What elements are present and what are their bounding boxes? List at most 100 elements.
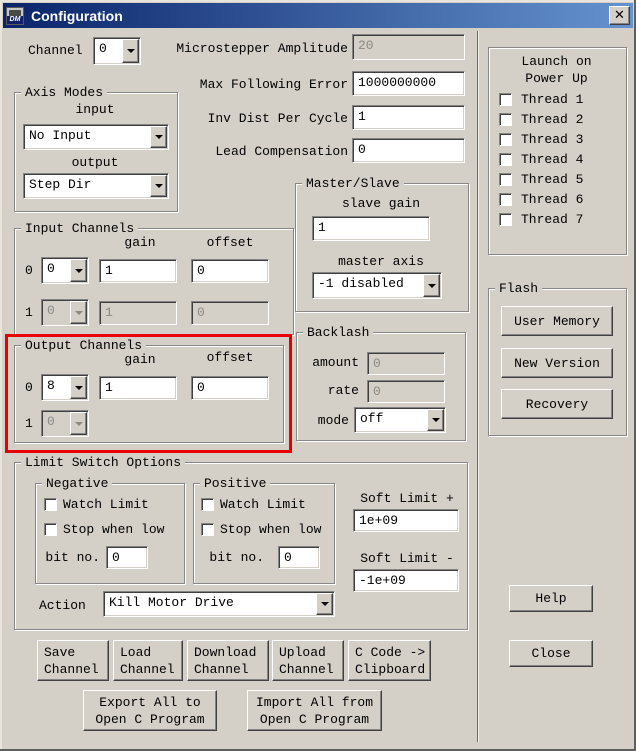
thread-7-checkbox[interactable] bbox=[499, 213, 512, 226]
output-gain-header: gain bbox=[124, 352, 156, 367]
channel-select-dropdown-button[interactable] bbox=[122, 39, 139, 63]
input-row1-channel-select: 0 bbox=[41, 299, 89, 326]
flash-group: Flash User Memory New Version Recovery bbox=[488, 281, 627, 436]
max-following-error-field[interactable]: 1000000000 bbox=[352, 71, 465, 96]
output-row0-gain-field[interactable]: 1 bbox=[99, 376, 177, 400]
save-channel-button[interactable]: Save Channel bbox=[37, 640, 109, 681]
positive-limit-group: Positive Watch Limit Stop when low bit n… bbox=[193, 476, 335, 584]
thread-7-label: Thread 7 bbox=[521, 212, 584, 227]
master-axis-dropdown-button[interactable] bbox=[423, 274, 440, 297]
input-row0-gain-field[interactable]: 1 bbox=[99, 259, 177, 283]
close-button[interactable]: Close bbox=[509, 640, 593, 667]
thread-1-label: Thread 1 bbox=[521, 92, 584, 107]
input-row0-channel-select[interactable]: 0 bbox=[41, 257, 89, 284]
slave-gain-field[interactable]: 1 bbox=[312, 216, 430, 241]
backlash-mode-select[interactable]: off bbox=[354, 407, 446, 433]
inv-dist-per-cycle-field[interactable]: 1 bbox=[352, 105, 465, 130]
negative-watch-limit-label: Watch Limit bbox=[63, 497, 149, 512]
negative-bit-no-field[interactable]: 0 bbox=[106, 546, 148, 569]
axis-output-dropdown-button[interactable] bbox=[150, 175, 167, 197]
input-row1-offset-field: 0 bbox=[191, 301, 269, 325]
action-label: Action bbox=[39, 598, 86, 613]
import-all-button[interactable]: Import All from Open C Program bbox=[247, 690, 382, 731]
output-row0-dropdown-button[interactable] bbox=[70, 376, 87, 399]
thread-4-label: Thread 4 bbox=[521, 152, 584, 167]
thread-6-checkbox[interactable] bbox=[499, 193, 512, 206]
chevron-down-icon bbox=[74, 421, 83, 426]
title-bar[interactable]: DM Configuration ✕ bbox=[3, 3, 633, 28]
chevron-down-icon bbox=[427, 283, 436, 288]
positive-watch-limit-checkbox[interactable] bbox=[201, 498, 214, 511]
thread-5-checkbox[interactable] bbox=[499, 173, 512, 186]
negative-watch-limit-checkbox[interactable] bbox=[44, 498, 57, 511]
negative-bit-no-label: bit no. bbox=[45, 550, 100, 565]
input-gain-header: gain bbox=[124, 235, 156, 250]
backlash-rate-label: rate bbox=[327, 383, 359, 398]
chevron-down-icon bbox=[74, 268, 83, 273]
axis-input-dropdown-button[interactable] bbox=[150, 126, 167, 148]
help-button[interactable]: Help bbox=[509, 585, 593, 612]
output-row1-channel-value: 0 bbox=[47, 414, 55, 429]
backlash-rate-field: 0 bbox=[367, 380, 445, 403]
input-row1-gain-field: 1 bbox=[99, 301, 177, 325]
soft-limit-minus-field[interactable]: -1e+09 bbox=[353, 569, 459, 592]
axis-modes-group: Axis Modes input No Input output Step Di… bbox=[14, 85, 178, 212]
slave-gain-label: slave gain bbox=[341, 196, 420, 211]
positive-bit-no-field[interactable]: 0 bbox=[278, 546, 320, 569]
input-row0-dropdown-button[interactable] bbox=[70, 259, 87, 282]
soft-limit-plus-field[interactable]: 1e+09 bbox=[353, 509, 459, 532]
channel-label: Channel bbox=[28, 43, 83, 58]
backlash-mode-dropdown-button[interactable] bbox=[427, 409, 444, 431]
export-all-button[interactable]: Export All to Open C Program bbox=[83, 690, 217, 731]
close-window-button[interactable]: ✕ bbox=[609, 6, 630, 25]
new-version-button[interactable]: New Version bbox=[501, 348, 613, 378]
input-row1-channel-value: 0 bbox=[47, 303, 55, 318]
user-memory-button[interactable]: User Memory bbox=[501, 306, 613, 336]
output-row1-dropdown-button bbox=[70, 412, 87, 435]
chevron-down-icon bbox=[320, 602, 329, 606]
thread-2-checkbox[interactable] bbox=[499, 113, 512, 126]
thread-3-label: Thread 3 bbox=[521, 132, 584, 147]
chevron-down-icon bbox=[126, 49, 135, 53]
action-select-value: Kill Motor Drive bbox=[109, 595, 234, 610]
output-row0-offset-field[interactable]: 0 bbox=[191, 376, 269, 400]
output-row1-channel-select: 0 bbox=[41, 410, 89, 437]
backlash-legend: Backlash bbox=[303, 325, 374, 340]
recovery-button[interactable]: Recovery bbox=[501, 389, 613, 419]
thread-5-label: Thread 5 bbox=[521, 172, 584, 187]
c-code-clipboard-button[interactable]: C Code -> Clipboard bbox=[348, 640, 431, 681]
negative-stop-when-low-checkbox[interactable] bbox=[44, 523, 57, 536]
input-row0-offset-field[interactable]: 0 bbox=[191, 259, 269, 283]
thread-6-label: Thread 6 bbox=[521, 192, 584, 207]
master-axis-select[interactable]: -1 disabled bbox=[312, 272, 442, 299]
thread-3-checkbox[interactable] bbox=[499, 133, 512, 146]
master-slave-legend: Master/Slave bbox=[302, 176, 404, 191]
axis-input-select[interactable]: No Input bbox=[23, 124, 169, 150]
thread-4-checkbox[interactable] bbox=[499, 153, 512, 166]
output-row0-index: 0 bbox=[25, 380, 33, 395]
axis-output-select[interactable]: Step Dir bbox=[23, 173, 169, 199]
app-icon: DM bbox=[6, 6, 24, 25]
thread-1-checkbox[interactable] bbox=[499, 93, 512, 106]
backlash-group: Backlash amount 0 rate 0 mode off bbox=[296, 325, 466, 441]
download-channel-button[interactable]: Download Channel bbox=[187, 640, 269, 681]
launch-title-line1: Launch on bbox=[521, 54, 592, 69]
upload-channel-button[interactable]: Upload Channel bbox=[272, 640, 344, 681]
backlash-amount-label: amount bbox=[312, 355, 359, 370]
axis-modes-legend: Axis Modes bbox=[21, 85, 108, 100]
channel-select[interactable]: 0 bbox=[93, 37, 141, 65]
action-select[interactable]: Kill Motor Drive bbox=[103, 591, 335, 617]
load-channel-button[interactable]: Load Channel bbox=[113, 640, 183, 681]
lead-compensation-field[interactable]: 0 bbox=[352, 138, 465, 163]
chevron-down-icon bbox=[74, 385, 83, 390]
chevron-down-icon bbox=[431, 418, 440, 422]
max-following-error-label: Max Following Error bbox=[199, 77, 348, 92]
microstepper-amplitude-field: 20 bbox=[352, 34, 465, 60]
output-row0-channel-select[interactable]: 8 bbox=[41, 374, 89, 401]
limit-switch-options-legend: Limit Switch Options bbox=[21, 455, 186, 470]
panel-separator bbox=[477, 31, 478, 742]
positive-stop-when-low-checkbox[interactable] bbox=[201, 523, 214, 536]
channel-select-value: 0 bbox=[99, 41, 107, 56]
input-channels-group: Input Channels gain offset 0 0 1 0 1 0 1… bbox=[14, 221, 294, 335]
action-dropdown-button[interactable] bbox=[316, 593, 333, 615]
